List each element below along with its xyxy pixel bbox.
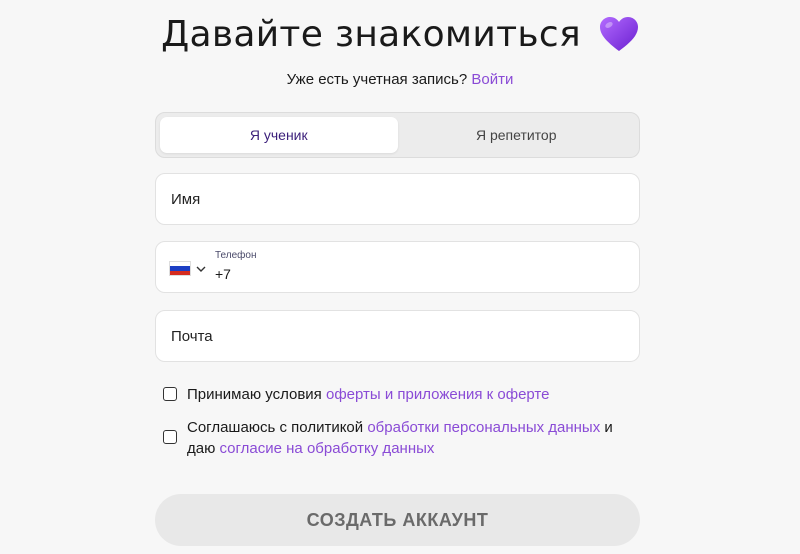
- name-field-container: [155, 173, 640, 225]
- title-row: Давайте знакомиться: [0, 14, 800, 55]
- login-link[interactable]: Войти: [471, 71, 513, 88]
- email-input[interactable]: [156, 311, 639, 361]
- phone-label: Телефон: [215, 250, 257, 261]
- data-consent-link[interactable]: согласие на обработку данных: [220, 440, 435, 457]
- offer-consent-text: Принимаю условия оферты и приложения к о…: [187, 384, 549, 405]
- email-field-container: [155, 310, 640, 362]
- privacy-text-before: Соглашаюсь с политикой: [187, 419, 368, 436]
- tab-student[interactable]: Я ученик: [160, 117, 398, 153]
- russia-flag-icon: [170, 262, 190, 275]
- privacy-consent-text: Соглашаюсь с политикой обработки персона…: [187, 417, 637, 459]
- privacy-consent-row: Соглашаюсь с политикой обработки персона…: [163, 417, 643, 459]
- role-tabs: Я ученик Я репетитор: [155, 112, 640, 158]
- offer-checkbox[interactable]: [163, 387, 177, 401]
- privacy-checkbox[interactable]: [163, 430, 177, 444]
- name-input[interactable]: [156, 174, 639, 224]
- phone-input[interactable]: +7: [215, 266, 231, 282]
- login-prompt: Уже есть учетная запись?: [286, 71, 468, 88]
- signup-page: Давайте знакомиться Уже есть учетная зап…: [0, 0, 800, 554]
- personal-data-link[interactable]: обработки персональных данных: [367, 419, 600, 436]
- phone-field-container[interactable]: Телефон +7: [155, 241, 640, 293]
- country-selector[interactable]: [170, 262, 206, 275]
- page-title: Давайте знакомиться: [161, 14, 581, 55]
- offer-text: Принимаю условия: [187, 386, 326, 403]
- login-row: Уже есть учетная запись? Войти: [0, 71, 800, 88]
- create-account-button[interactable]: СОЗДАТЬ АККАУНТ: [155, 494, 640, 546]
- offer-consent-row: Принимаю условия оферты и приложения к о…: [163, 384, 643, 405]
- offer-link[interactable]: оферты и приложения к оферте: [326, 386, 549, 403]
- tab-tutor[interactable]: Я репетитор: [398, 117, 636, 153]
- purple-heart-icon: [599, 16, 638, 51]
- chevron-down-icon: [196, 266, 206, 272]
